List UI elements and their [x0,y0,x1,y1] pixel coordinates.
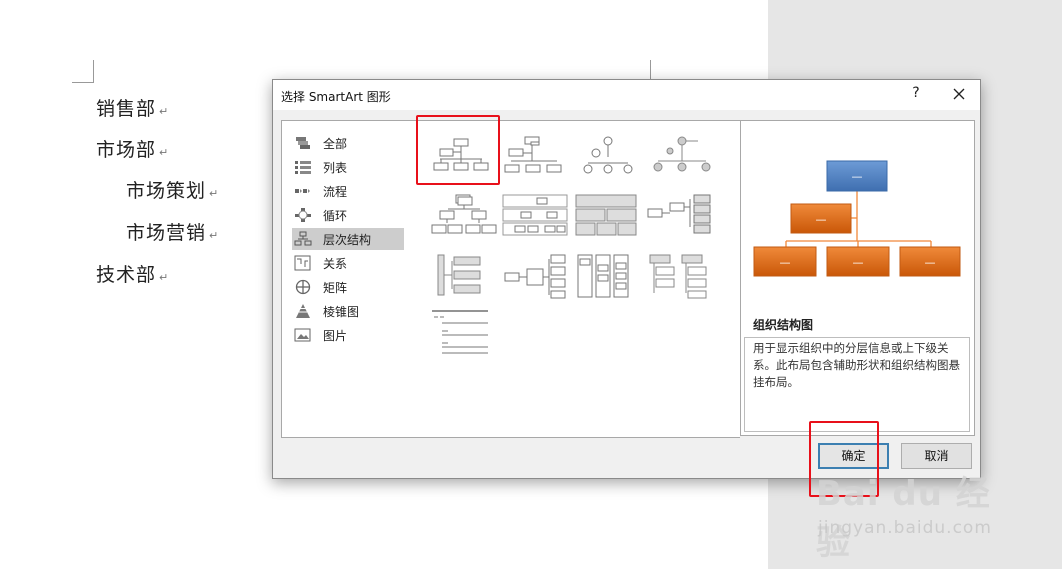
category-relationship[interactable]: 关系 [292,252,404,274]
layout-thumbnail-hierarchy[interactable] [430,193,498,239]
preview-shape-label: — [816,213,827,226]
picture-icon [294,328,311,342]
layout-thumbnail-name-circle-hierarchy[interactable] [646,133,714,179]
category-label: 矩阵 [323,281,348,295]
margin-corner-mark [72,82,94,83]
category-process[interactable]: 流程 [292,180,404,202]
doc-line[interactable]: 销售部 ↵ [96,94,169,121]
category-label: 关系 [323,257,348,271]
layout-thumbnail-labeled-hierarchy[interactable] [501,193,569,239]
margin-corner-mark [93,60,94,82]
dialog-titlebar[interactable]: 选择 SmartArt 图形 ? [273,80,980,110]
preview-shape-label: — [780,256,791,269]
layout-thumbnail-half-circle-org-chart[interactable] [430,253,498,299]
hierarchy-icon [294,231,312,246]
category-hierarchy[interactable]: 层次结构 [292,228,404,250]
layout-thumbnail-name-title-org-chart[interactable] [501,133,569,179]
layout-thumbnail-organization-chart[interactable] [426,133,494,179]
dialog-title: 选择 SmartArt 图形 [281,90,391,104]
doc-line[interactable]: 市场策划 ↵ [126,176,219,203]
all-icon [296,137,310,149]
category-list-item[interactable]: 列表 [292,156,404,178]
layout-thumbnail-architecture-layout[interactable] [574,253,642,299]
category-label: 列表 [323,161,348,175]
close-button[interactable] [949,84,969,104]
organization-chart-preview: — — — — — [753,160,961,277]
list-icon [295,161,311,174]
preview-shape-label: — [852,170,863,183]
doc-line[interactable]: 市场部 ↵ [96,135,169,162]
doc-line[interactable]: 技术部 ↵ [96,260,169,287]
pyramid-icon [296,304,310,318]
layout-gallery [414,120,740,438]
category-label: 全部 [323,137,348,151]
process-icon [295,189,310,193]
layout-thumbnail-table-hierarchy[interactable] [574,193,642,239]
preview-shape-label: — [925,256,936,269]
category-label: 棱锥图 [323,305,360,319]
layout-thumbnail-circle-picture-hierarchy[interactable] [574,133,642,179]
layout-thumbnail-horizontal-org-chart[interactable] [646,193,714,239]
layout-thumbnail-horizontal-hierarchy[interactable] [501,253,569,299]
category-list: 全部 列表 流程 循环 层次结构 关系 矩阵 棱锥图 图片 [281,120,416,438]
preview-description: 用于显示组织中的分层信息或上下级关系。此布局包含辅助形状和组织结构图悬挂布局。 [744,337,970,432]
doc-line[interactable]: 市场营销 ↵ [126,218,219,245]
smartart-dialog: 选择 SmartArt 图形 ? 全部 列表 流程 循环 层次结构 关系 矩阵 … [272,79,981,479]
matrix-icon [295,279,311,295]
cycle-icon [295,208,311,222]
preview-pane: — — — — — 组织结构图 用于显示组织中的分层信息或上下级关系。此布局包含… [740,120,975,436]
preview-title: 组织结构图 [753,318,814,332]
category-label: 流程 [323,185,348,199]
ok-button[interactable]: 确定 [818,443,889,469]
help-button[interactable]: ? [907,85,925,101]
cancel-button[interactable]: 取消 [901,443,972,469]
category-all[interactable]: 全部 [292,132,404,154]
category-matrix[interactable]: 矩阵 [292,276,404,298]
category-cycle[interactable]: 循环 [292,204,404,226]
category-pyramid[interactable]: 棱锥图 [292,300,404,322]
relationship-icon [294,255,311,271]
category-label: 循环 [323,209,348,223]
category-label: 图片 [323,329,348,343]
layout-thumbnail-lined-list[interactable] [430,309,498,355]
category-picture[interactable]: 图片 [292,324,404,346]
close-icon [953,88,965,100]
layout-thumbnail-hierarchy-list[interactable] [646,253,714,299]
preview-shape-label: — [853,256,864,269]
category-label: 层次结构 [323,233,372,247]
